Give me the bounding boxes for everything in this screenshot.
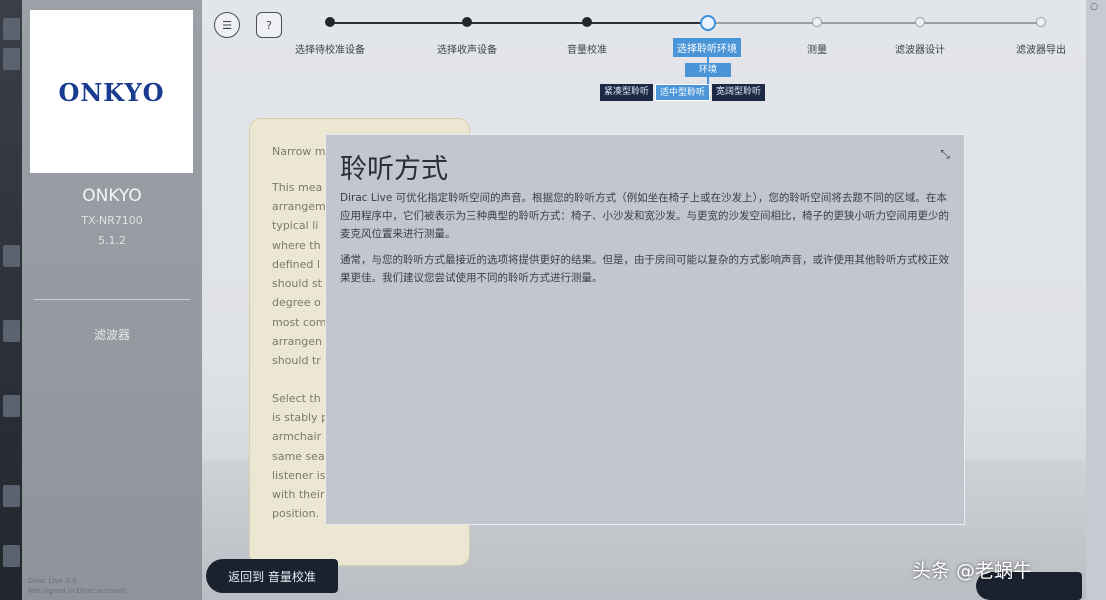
brand-logo: ONKYO: [30, 10, 193, 173]
menu-button[interactable]: ☰: [214, 12, 240, 38]
collapse-icon[interactable]: ⤡: [940, 147, 950, 162]
card-line: position.: [272, 507, 320, 520]
step-label-select-mic[interactable]: 选择收声设备: [437, 41, 497, 56]
device-channels: 5.1.2: [98, 234, 126, 247]
desktop-app-icon[interactable]: [3, 485, 20, 507]
card-line: should st: [272, 277, 322, 290]
card-line: should tr: [272, 354, 321, 367]
step-label-filter-design: 滤波器设计: [895, 45, 945, 56]
step-dot-5: [812, 17, 822, 27]
step-dot-4-current[interactable]: [700, 15, 716, 31]
card-line: This mea: [272, 181, 323, 194]
step-label-measure: 测量: [807, 45, 827, 56]
help-button[interactable]: ?: [256, 12, 282, 38]
sidebar-footer: Dirac Live 3.3 Not signed in Dirac accou…: [28, 576, 125, 596]
account-status: Not signed in Dirac account: [28, 587, 126, 595]
dialog-paragraph: Dirac Live 可优化指定聆听空间的声音。根据您的聆听方式（例如坐在椅子上…: [340, 192, 949, 240]
step-label-filter-export: 滤波器导出: [1016, 45, 1066, 56]
step-label-select-device[interactable]: 选择待校准设备: [295, 41, 365, 56]
card-line: typical li: [272, 219, 319, 232]
step-dot-3[interactable]: [582, 17, 592, 27]
room-wall-backdrop: [1086, 0, 1106, 600]
desktop-app-icon[interactable]: [3, 320, 20, 342]
card-line: defined l: [272, 258, 320, 271]
option-narrow[interactable]: 紧凑型聆听: [600, 84, 654, 101]
card-line: Select th: [272, 392, 321, 405]
device-brand: ONKYO: [82, 186, 142, 206]
dialog-title: 聆听方式: [340, 154, 448, 185]
desktop-app-icon[interactable]: [3, 48, 20, 70]
listening-mode-options: 紧凑型聆听 适中型聆听 宽阔型聆听: [600, 84, 766, 101]
stepper-progress: [330, 22, 708, 24]
desktop-app-icon[interactable]: [3, 245, 20, 267]
card-line: is stably p: [272, 411, 329, 424]
card-line: armchair: [272, 430, 322, 443]
desktop-taskbar-strip: [0, 0, 24, 600]
sidebar-divider: [34, 299, 190, 300]
sidebar-item-filter[interactable]: 滤波器: [22, 326, 202, 343]
back-button[interactable]: 返回到 音量校准: [206, 559, 338, 593]
card-line: arrangem: [272, 200, 326, 213]
desktop-app-icon[interactable]: [3, 395, 20, 417]
desktop-app-icon[interactable]: [3, 545, 20, 567]
logo-text: ONKYO: [58, 78, 165, 107]
step-label-volume[interactable]: 音量校准: [567, 41, 607, 56]
card-line: with their: [272, 488, 325, 501]
card-line: same sea: [272, 450, 325, 463]
watermark: 头条 @老蜗牛: [912, 560, 1033, 582]
step-dot-2[interactable]: [462, 17, 472, 27]
listening-mode-dialog: 聆听方式 ⤡ Dirac Live 可优化指定聆听空间的声音。根据您的聆听方式（…: [325, 134, 965, 525]
card-line: arrangen: [272, 335, 323, 348]
card-line: most com: [272, 316, 327, 329]
sidebar: ONKYO ONKYO TX-NR7100 5.1.2 滤波器 Dirac Li…: [22, 0, 202, 600]
dialog-paragraph: 通常，与您的聆听方式最接近的选项将提供更好的结果。但是，由于房间可能以复杂的方式…: [340, 254, 949, 284]
card-line: listener is: [272, 469, 326, 482]
desktop-app-icon[interactable]: [3, 18, 20, 40]
step-dot-7: [1036, 17, 1046, 27]
device-model: TX-NR7100: [81, 214, 143, 227]
app-version: Dirac Live 3.3: [28, 577, 77, 585]
help-icon: ?: [266, 18, 272, 32]
option-wide[interactable]: 宽阔型聆听: [712, 84, 766, 101]
substep-tag: 环境: [685, 63, 731, 77]
step-dot-1[interactable]: [325, 17, 335, 27]
card-line: where th: [272, 239, 321, 252]
card-line: degree o: [272, 296, 321, 309]
step-dot-6: [915, 17, 925, 27]
card-title: Narrow m: [272, 145, 326, 158]
window-control-icon[interactable]: ○: [1090, 2, 1098, 12]
menu-icon: ☰: [222, 18, 232, 32]
option-medium[interactable]: 适中型聆听: [655, 84, 711, 101]
